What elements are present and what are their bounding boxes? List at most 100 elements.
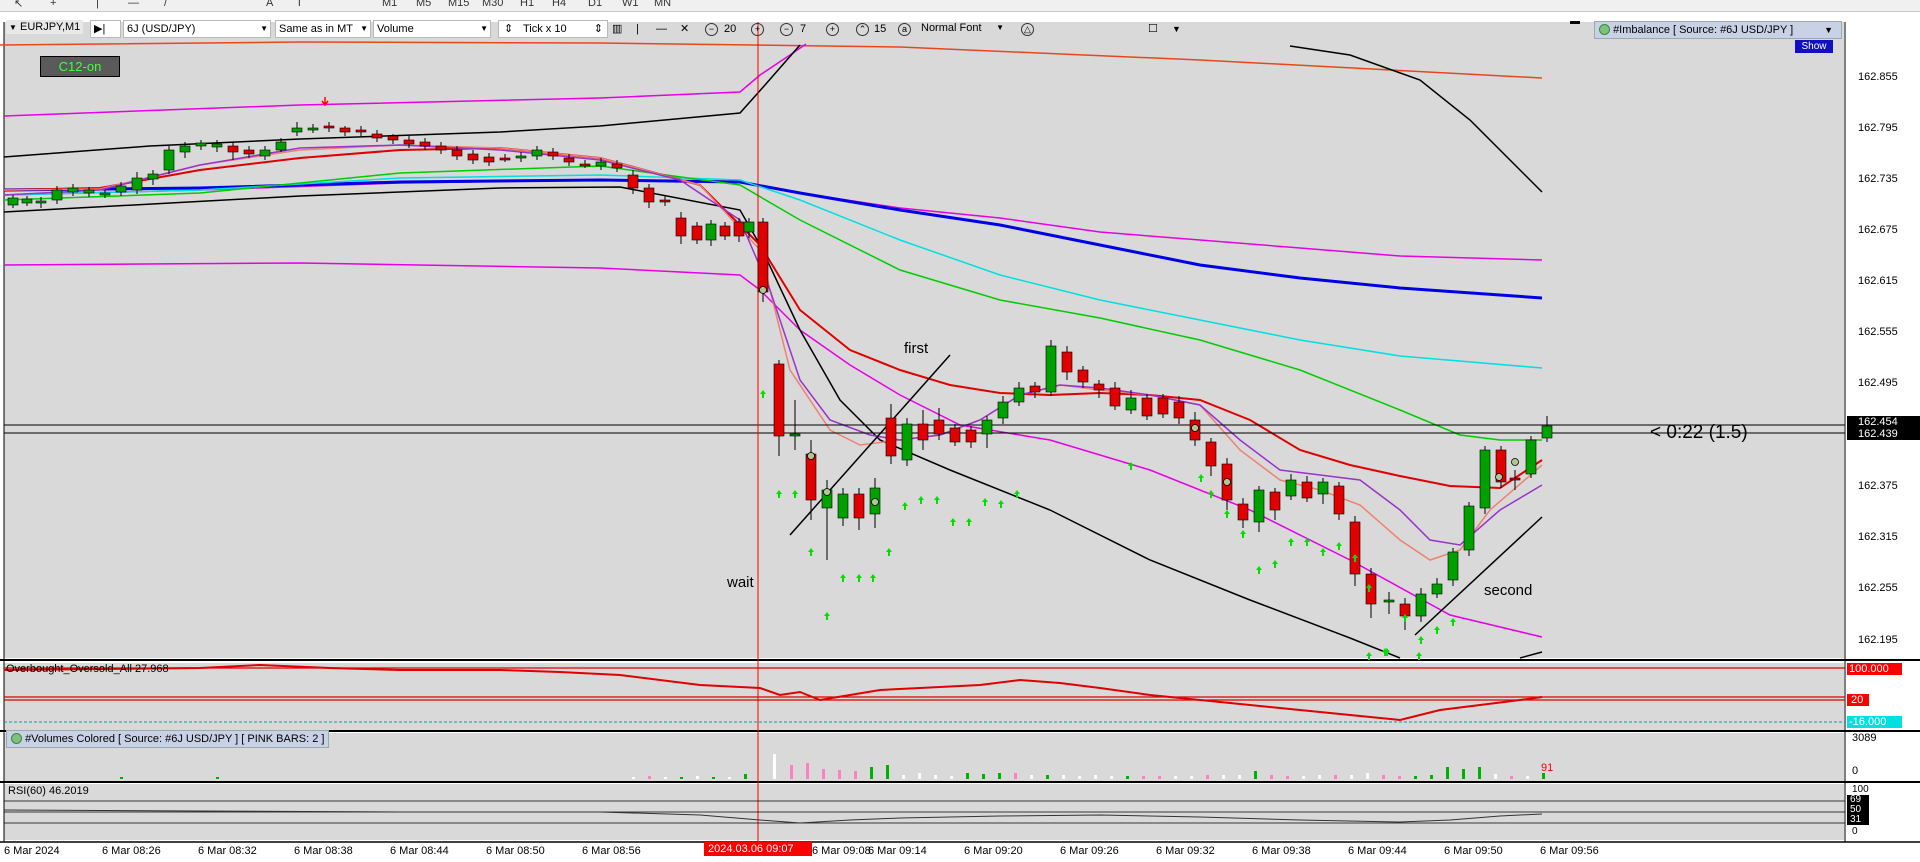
- volume-bar: [1366, 773, 1369, 779]
- symbol-label[interactable]: ▼ EURJPY,M1: [6, 20, 84, 34]
- label-icon[interactable]: T: [296, 0, 303, 9]
- candle-body: [211, 143, 223, 148]
- volume-bar: [966, 773, 969, 779]
- price-scale-label: 162.315: [1858, 531, 1898, 543]
- volume-bar: [1190, 776, 1193, 779]
- crosshair-icon[interactable]: +: [50, 0, 56, 9]
- price-scale-label: 162.795: [1858, 122, 1898, 134]
- volume-bar: [744, 774, 747, 779]
- bar-chart-icon[interactable]: ▥: [612, 21, 622, 37]
- price-scale-label: 162.375: [1858, 480, 1898, 492]
- volume-bar: [1046, 775, 1049, 779]
- price-scale-label: 162.555: [1858, 326, 1898, 338]
- play-button[interactable]: ▶|: [90, 20, 121, 38]
- tf-m5[interactable]: M5: [416, 0, 431, 9]
- volume-bar: [838, 770, 841, 779]
- tf-w1[interactable]: W1: [622, 0, 639, 9]
- volume-bar: [728, 777, 731, 779]
- volume-bar: [1062, 775, 1065, 779]
- candle-body: [1431, 583, 1443, 595]
- price-tag-ask: 162.454: [1858, 416, 1898, 428]
- candle-body: [499, 157, 511, 161]
- candle-body: [1029, 385, 1041, 393]
- minus-circle-icon[interactable]: −: [705, 23, 718, 36]
- candle-body: [1237, 503, 1249, 521]
- volumes-label-box[interactable]: #Volumes Colored [ Source: #6J USD/JPY ]…: [6, 730, 330, 748]
- close-icon[interactable]: ✕: [680, 21, 689, 37]
- tick-select[interactable]: ⇕ Tick x 10 ⇕: [498, 20, 608, 38]
- plus-circle-icon[interactable]: +: [751, 23, 764, 36]
- candle-body: [195, 142, 207, 147]
- volume-bar: [773, 754, 776, 779]
- volume-bar: [1110, 776, 1113, 779]
- separator-icon: |: [636, 23, 639, 35]
- volume-bar: [950, 776, 953, 779]
- candle-body: [885, 417, 897, 457]
- volume-bar: [632, 777, 635, 779]
- signal-marker: [1223, 478, 1231, 486]
- candle-body: [1479, 449, 1491, 509]
- candle-body: [483, 156, 495, 163]
- candle-body: [1141, 397, 1153, 417]
- volume-bar: [712, 777, 715, 779]
- candle-body: [773, 363, 785, 437]
- candle-body: [719, 225, 731, 237]
- candle-body: [1301, 481, 1313, 499]
- value-7: 7: [800, 23, 807, 35]
- candle-body: [131, 177, 143, 191]
- text-icon[interactable]: A: [266, 0, 273, 9]
- time-axis-label: 6 Mar 08:56: [582, 845, 641, 857]
- source-select[interactable]: 6J (USD/JPY) ▼: [123, 20, 271, 38]
- tf-m15[interactable]: M15: [448, 0, 469, 9]
- volume-bar: [1078, 776, 1081, 779]
- minus-line-icon[interactable]: —: [656, 21, 667, 37]
- show-button[interactable]: Show: [1795, 40, 1833, 53]
- candle-body: [997, 401, 1009, 419]
- annotation-first: first: [904, 340, 929, 357]
- trendline-icon[interactable]: /: [164, 0, 167, 9]
- osc-scale-bottom: -16.000: [1849, 716, 1887, 728]
- plus-circle-icon[interactable]: +: [826, 23, 839, 36]
- imbalance-panel[interactable]: #Imbalance [ Source: #6J USD/JPY ] ▼: [1594, 21, 1842, 39]
- price-scale-label: 162.675: [1858, 224, 1898, 236]
- window-icon[interactable]: ☐: [1148, 21, 1158, 37]
- chart-window: 162.855 162.795 162.735 162.675 162.615 162.5…: [0, 12, 1920, 862]
- candle-body: [643, 187, 655, 203]
- type-select[interactable]: Volume ▼: [373, 20, 491, 38]
- horizontal-line-icon[interactable]: —: [128, 0, 139, 9]
- value-20: 20: [724, 23, 737, 35]
- minimize-icon[interactable]: ▬: [1570, 14, 1580, 30]
- up-circle-icon[interactable]: ⌃: [856, 23, 869, 36]
- tf-h1[interactable]: H1: [520, 0, 534, 9]
- time-axis-label: 6 Mar 09:38: [1252, 845, 1311, 857]
- font-select[interactable]: Normal Font ▼: [918, 20, 1006, 38]
- tf-m1[interactable]: M1: [382, 0, 397, 9]
- volume-bar: [918, 773, 921, 779]
- tf-d1[interactable]: D1: [588, 0, 602, 9]
- chevron-down-icon[interactable]: ▼: [1172, 21, 1181, 37]
- volume-bar: [1462, 769, 1465, 779]
- time-axis[interactable]: 6 Mar 2024 6 Mar 08:26 6 Mar 08:32 6 Mar 08…: [0, 842, 1845, 862]
- volume-bar: [1478, 767, 1481, 779]
- tf-h4[interactable]: H4: [552, 0, 566, 9]
- vertical-line-icon[interactable]: |: [96, 0, 99, 9]
- signal-marker: [871, 498, 879, 506]
- candle-body: [949, 427, 961, 443]
- candle-body: [1525, 439, 1537, 475]
- volume-bar: [696, 776, 699, 779]
- signal-marker: [759, 286, 767, 294]
- tf-mn[interactable]: MN: [654, 0, 671, 9]
- cursor-icon[interactable]: ↖: [14, 0, 23, 10]
- tf-m30[interactable]: M30: [482, 0, 503, 9]
- candle-body: [355, 129, 367, 133]
- volume-bar: [1334, 775, 1337, 779]
- minus-circle-icon[interactable]: −: [780, 23, 793, 36]
- c12-badge[interactable]: C12-on: [40, 56, 120, 77]
- candle-body: [115, 185, 127, 193]
- time-axis-label: 6 Mar 09:50: [1444, 845, 1503, 857]
- mode-select[interactable]: Same as in MT ▼: [275, 20, 371, 38]
- font-circle-icon[interactable]: a: [898, 23, 911, 36]
- candle-body: [99, 192, 111, 196]
- volume-bar: [1254, 771, 1257, 779]
- triangle-circle-icon[interactable]: △: [1021, 23, 1034, 36]
